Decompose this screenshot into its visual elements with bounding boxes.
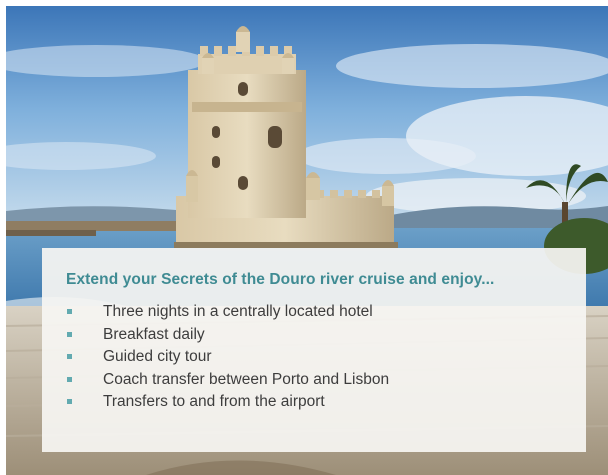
square-bullet-icon	[67, 376, 72, 382]
card-heading: Extend your Secrets of the Douro river c…	[66, 271, 495, 288]
list-item-text: Transfers to and from the airport	[103, 393, 325, 410]
list-item-text: Coach transfer between Porto and Lisbon	[103, 370, 390, 388]
inclusions-list: Three nights in a centrally located hote…	[66, 301, 562, 414]
list-item-text: Guided city tour	[103, 348, 212, 365]
list-item: Three nights in a centrally located hote…	[66, 301, 562, 324]
list-item-text: Breakfast daily	[103, 325, 205, 343]
list-item: Guided city tour	[66, 346, 562, 369]
square-bullet-icon	[67, 399, 72, 404]
list-item-text: Three nights in a centrally located hote…	[103, 303, 373, 320]
square-bullet-icon	[67, 309, 72, 314]
square-bullet-icon	[67, 354, 72, 359]
square-bullet-icon	[67, 331, 72, 337]
cruise-extension-card: Extend your Secrets of the Douro river c…	[42, 248, 586, 452]
list-item: Transfers to and from the airport	[66, 391, 562, 414]
list-item: Breakfast daily	[66, 324, 562, 347]
list-item: Coach transfer between Porto and Lisbon	[66, 369, 562, 392]
hero-image-frame: Extend your Secrets of the Douro river c…	[6, 6, 608, 475]
